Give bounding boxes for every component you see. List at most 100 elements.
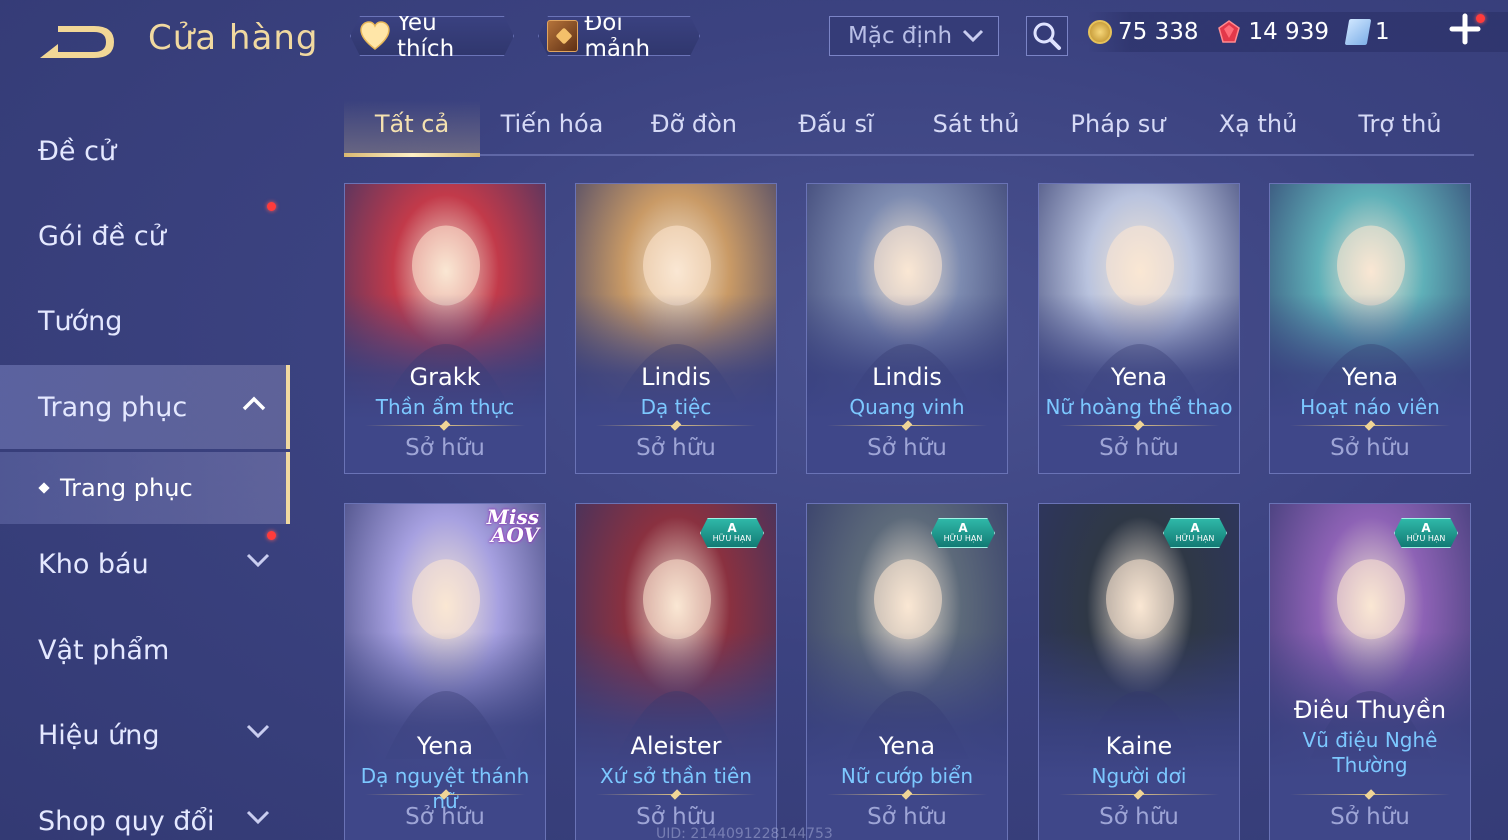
limited-badge: A HỮU HẠN <box>931 518 995 548</box>
skin-card[interactable]: Lindis Dạ tiệc Sở hữu <box>575 183 777 474</box>
sidebar-item-exchange-shop[interactable]: Shop quy đổi <box>0 779 290 840</box>
owned-status: Sở hữu <box>867 435 947 461</box>
top-bar: Cửa hàng Yêu thích Đổi mảnh Mặc định 75 … <box>0 0 1508 80</box>
owned-status: Sở hữu <box>405 804 485 830</box>
card-divider <box>827 425 987 426</box>
ruby-value: 14 939 <box>1248 19 1329 45</box>
exchange-shards-button[interactable]: Đổi mảnh <box>538 16 700 56</box>
gold-coin-icon <box>1088 20 1112 44</box>
tab-tank[interactable]: Đỡ đòn <box>626 110 762 154</box>
skin-card[interactable]: Lindis Quang vinh Sở hữu <box>806 183 1008 474</box>
skin-card[interactable]: Miss AOV Yena Dạ nguyệt thánh nữ Sở hữu <box>344 503 546 840</box>
owned-status: Sở hữu <box>636 435 716 461</box>
skin-name: Nữ cướp biển <box>840 764 974 788</box>
sidebar-item-label: Tướng <box>38 305 123 337</box>
skin-name: Quang vinh <box>849 395 965 419</box>
card-divider <box>596 425 756 426</box>
hero-name: Yena <box>878 732 936 760</box>
skin-card[interactable]: A HỮU HẠN Kaine Người dơi Sở hữu <box>1038 503 1240 840</box>
owned-status: Sở hữu <box>1099 435 1179 461</box>
sidebar-item-featured-bundles[interactable]: Gói đề cử <box>0 194 290 278</box>
tab-evolution[interactable]: Tiến hóa <box>484 110 620 154</box>
card-divider <box>365 794 525 795</box>
miss-aov-logo: Miss AOV <box>487 507 539 545</box>
owned-status: Sở hữu <box>1099 804 1179 830</box>
sidebar-item-label: Hiệu ứng <box>38 719 160 751</box>
notification-dot <box>1476 14 1485 23</box>
sidebar-item-label: Kho báu <box>38 548 149 580</box>
card-divider <box>596 794 756 795</box>
hero-name: Lindis <box>641 363 711 391</box>
exchange-label: Đổi mảnh <box>584 10 651 62</box>
sidebar-item-label: Shop quy đổi <box>38 805 215 837</box>
sidebar-item-featured[interactable]: Đề cử <box>0 109 290 193</box>
sidebar-subitem-label: Trang phục <box>60 474 193 502</box>
hero-name: Lindis <box>872 363 942 391</box>
skin-card[interactable]: Yena Hoạt náo viên Sở hữu <box>1269 183 1471 474</box>
heart-icon <box>359 21 391 51</box>
gold-value: 75 338 <box>1118 19 1199 45</box>
owned-status: Sở hữu <box>867 804 947 830</box>
owned-status: Sở hữu <box>1330 435 1410 461</box>
skin-card[interactable]: Yena Nữ hoàng thể thao Sở hữu <box>1038 183 1240 474</box>
notification-dot <box>267 531 276 540</box>
sidebar-item-items[interactable]: Vật phẩm <box>0 608 290 692</box>
tab-all[interactable]: Tất cả <box>344 110 480 154</box>
sidebar-item-skins[interactable]: Trang phục <box>0 365 290 449</box>
hero-name: Kaine <box>1105 732 1173 760</box>
card-divider <box>365 425 525 426</box>
active-tab-underline <box>344 153 480 157</box>
badge-grade: A <box>1190 521 1200 535</box>
sidebar-item-treasure[interactable]: Kho báu <box>0 522 290 606</box>
card-divider <box>1290 794 1450 795</box>
notification-dot <box>267 202 276 211</box>
skin-card[interactable]: Grakk Thần ẩm thực Sở hữu <box>344 183 546 474</box>
tab-fighter[interactable]: Đấu sĩ <box>768 110 904 154</box>
voucher-balance: 1 <box>1344 19 1390 45</box>
sidebar-item-heroes[interactable]: Tướng <box>0 279 290 363</box>
card-divider <box>1290 425 1450 426</box>
skin-name: Người dơi <box>1091 764 1187 788</box>
badge-text: HỮU HẠN <box>1406 534 1446 543</box>
search-button[interactable] <box>1026 16 1068 56</box>
diamond-bullet-icon <box>38 482 50 494</box>
badge-text: HỮU HẠN <box>1175 534 1215 543</box>
voucher-icon <box>1344 19 1372 45</box>
card-divider <box>1059 425 1219 426</box>
tab-marksman[interactable]: Xạ thủ <box>1190 110 1326 154</box>
sidebar-item-label: Gói đề cử <box>38 220 166 252</box>
favorites-button[interactable]: Yêu thích <box>350 16 514 56</box>
limited-badge: A HỮU HẠN <box>700 518 764 548</box>
tab-support[interactable]: Trợ thủ <box>1332 110 1468 154</box>
owned-status: Sở hữu <box>1330 804 1410 830</box>
card-divider <box>1059 794 1219 795</box>
sidebar-subitem-skins[interactable]: Trang phục <box>0 452 290 524</box>
skin-name: Xứ sở thần tiên <box>600 764 752 788</box>
sidebar-item-label: Trang phục <box>38 391 188 423</box>
skin-card[interactable]: A HỮU HẠN Yena Nữ cướp biển Sở hữu <box>806 503 1008 840</box>
skin-card[interactable]: A HỮU HẠN Điêu Thuyền Vũ điệu Nghê Thường Sở… <box>1269 503 1471 840</box>
badge-grade: A <box>727 521 737 535</box>
ruby-gem-icon <box>1218 20 1241 43</box>
hero-name: Grakk <box>409 363 481 391</box>
sort-dropdown[interactable]: Mặc định <box>829 16 999 56</box>
ruby-balance: 14 939 <box>1216 19 1329 45</box>
sidebar-item-label: Vật phẩm <box>38 634 170 666</box>
tab-assassin[interactable]: Sát thủ <box>908 110 1044 154</box>
treasure-chest-icon <box>547 20 578 52</box>
sidebar-item-label: Đề cử <box>38 135 117 167</box>
hero-name: Yena <box>416 732 474 760</box>
chevron-up-icon <box>242 396 266 411</box>
hero-name: Aleister <box>630 732 722 760</box>
back-arrow-icon[interactable] <box>36 22 118 64</box>
skin-card[interactable]: A HỮU HẠN Aleister Xứ sở thần tiên Sở hữu <box>575 503 777 840</box>
skin-name: Thần ẩm thực <box>375 395 515 419</box>
limited-badge: A HỮU HẠN <box>1394 518 1458 548</box>
owned-status: Sở hữu <box>405 435 485 461</box>
tab-mage[interactable]: Pháp sư <box>1050 110 1186 154</box>
currency-bar: 75 338 14 939 1 <box>1088 12 1508 52</box>
user-id: UID: 2144091228144753 <box>656 826 833 840</box>
sidebar-item-effects[interactable]: Hiệu ứng <box>0 693 290 777</box>
chevron-down-icon <box>962 29 984 43</box>
chevron-down-icon <box>246 724 270 739</box>
